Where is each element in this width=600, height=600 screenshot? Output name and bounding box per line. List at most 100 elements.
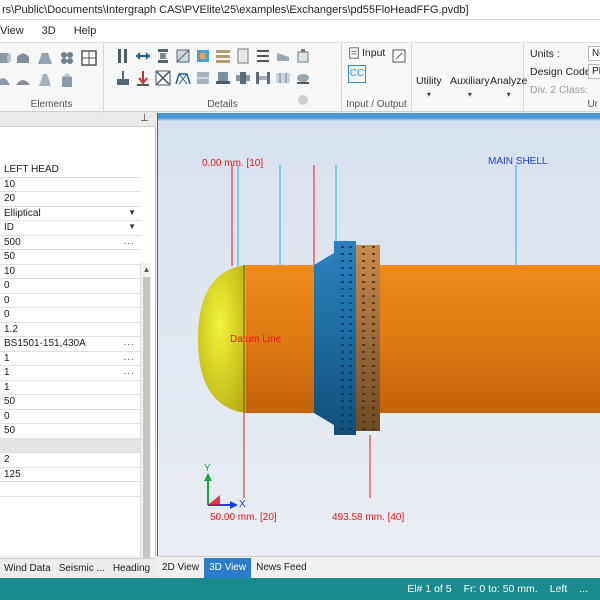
lining-detail-icon[interactable] bbox=[194, 47, 212, 65]
insulation-detail-icon[interactable] bbox=[174, 47, 192, 65]
property-value[interactable]: 1.2 bbox=[0, 324, 140, 335]
property-row[interactable]: 125 bbox=[0, 468, 140, 482]
legs-detail-icon[interactable] bbox=[154, 69, 172, 87]
analyze-button[interactable]: Analyze ▾ bbox=[490, 75, 527, 99]
tray-detail-icon[interactable] bbox=[254, 47, 272, 65]
scroll-up-icon[interactable]: ▲ bbox=[141, 265, 152, 274]
property-row[interactable]: BS1501-151,430A... bbox=[0, 337, 140, 352]
support-lug-icon[interactable] bbox=[214, 69, 232, 87]
property-row[interactable]: 1... bbox=[0, 366, 140, 381]
panel-scrollbar[interactable]: ▲ ▼ bbox=[140, 263, 151, 600]
property-row[interactable]: 0 bbox=[0, 279, 140, 294]
property-value[interactable]: 1 bbox=[0, 353, 140, 364]
property-value[interactable]: Elliptical bbox=[0, 208, 140, 219]
property-row[interactable]: 0 bbox=[0, 410, 140, 424]
property-row[interactable]: 500... bbox=[0, 236, 140, 250]
tab-heading[interactable]: Heading bbox=[109, 563, 154, 574]
tab-3d[interactable]: 3D bbox=[33, 25, 65, 37]
property-value[interactable]: 125 bbox=[0, 469, 140, 480]
ellipsis-button[interactable]: ... bbox=[124, 236, 135, 247]
saddle-detail-icon[interactable] bbox=[174, 69, 192, 87]
property-row[interactable]: 10 bbox=[0, 265, 140, 279]
property-row[interactable]: 10 bbox=[0, 178, 140, 192]
property-row[interactable]: 2 bbox=[0, 453, 140, 468]
chevron-down-icon[interactable]: ▼ bbox=[128, 208, 136, 217]
baseplate-detail-icon[interactable] bbox=[234, 69, 252, 87]
tab-seismic[interactable]: Seismic ... bbox=[55, 563, 109, 574]
expansion-joint-icon[interactable] bbox=[274, 69, 292, 87]
property-value[interactable]: 50 bbox=[0, 396, 140, 407]
ellipsis-button[interactable]: ... bbox=[124, 352, 135, 363]
property-row[interactable]: 50 bbox=[0, 424, 140, 439]
property-value[interactable]: LEFT HEAD bbox=[0, 164, 140, 175]
tab-3d-view[interactable]: 3D View bbox=[204, 557, 252, 578]
flange-neck[interactable] bbox=[314, 253, 334, 425]
pin-icon[interactable]: ⊥ bbox=[140, 113, 149, 124]
property-row[interactable] bbox=[0, 438, 140, 453]
utility-button[interactable]: Utility ▾ bbox=[416, 75, 442, 99]
cc-button[interactable]: CC bbox=[348, 65, 366, 83]
force-moment-icon[interactable] bbox=[114, 69, 132, 87]
property-row[interactable]: LEFT HEAD bbox=[0, 163, 140, 178]
pressure-load-icon[interactable] bbox=[134, 69, 152, 87]
rigging-detail-icon[interactable] bbox=[294, 69, 312, 87]
property-value[interactable]: 0 bbox=[0, 280, 140, 291]
property-value[interactable]: ID bbox=[0, 222, 140, 233]
input-button[interactable]: Input bbox=[348, 47, 385, 59]
platform-detail-icon[interactable] bbox=[214, 47, 232, 65]
tab-help[interactable]: Help bbox=[65, 25, 106, 37]
tab-wind-data[interactable]: Wind Data bbox=[0, 563, 55, 574]
property-value[interactable]: 0 bbox=[0, 411, 140, 422]
cone-element-icon[interactable] bbox=[36, 49, 54, 67]
property-row[interactable]: 0 bbox=[0, 294, 140, 308]
lug-detail-icon[interactable] bbox=[274, 47, 292, 65]
property-value[interactable]: 20 bbox=[0, 193, 140, 204]
body-flange-icon[interactable] bbox=[14, 71, 32, 89]
auxiliary-button[interactable]: Auxiliary ▾ bbox=[450, 75, 490, 99]
property-row[interactable]: 50 bbox=[0, 395, 140, 410]
property-value[interactable]: 50 bbox=[0, 251, 140, 262]
property-row[interactable]: 1 bbox=[0, 381, 140, 395]
property-value[interactable]: 1 bbox=[0, 382, 140, 393]
output-icon[interactable] bbox=[390, 47, 408, 65]
horizontal-dim-icon[interactable] bbox=[134, 47, 152, 65]
main-shell[interactable] bbox=[244, 265, 600, 413]
property-value[interactable]: 50 bbox=[0, 425, 140, 436]
packing-detail-icon[interactable] bbox=[234, 47, 252, 65]
ellipsis-button[interactable]: ... bbox=[124, 366, 135, 377]
property-value[interactable]: 10 bbox=[0, 179, 140, 190]
property-row[interactable]: 1... bbox=[0, 352, 140, 366]
property-row[interactable]: ID ▼ bbox=[0, 221, 140, 236]
floating-ring[interactable] bbox=[356, 245, 380, 431]
property-value[interactable]: 0 bbox=[0, 295, 140, 306]
design-code-select[interactable]: PD bbox=[588, 64, 600, 79]
tab-view[interactable]: View bbox=[0, 25, 33, 37]
tab-news-feed[interactable]: News Feed bbox=[251, 558, 312, 578]
property-value[interactable]: BS1501-151,430A bbox=[0, 338, 140, 349]
3d-viewport[interactable]: 0.00 mm. [10] MAIN SHELL Datum Line 50.0… bbox=[157, 113, 600, 556]
conical-head-icon[interactable] bbox=[36, 71, 54, 89]
property-value[interactable]: 500 bbox=[0, 237, 140, 248]
property-value[interactable]: 0 bbox=[0, 309, 140, 320]
tab-2d-view[interactable]: 2D View bbox=[157, 558, 204, 578]
body-flange[interactable] bbox=[334, 241, 356, 435]
tube-bundle-icon[interactable] bbox=[58, 49, 76, 67]
property-row[interactable]: 1.2 bbox=[0, 323, 140, 337]
weight-detail-icon[interactable] bbox=[294, 47, 312, 65]
property-row[interactable] bbox=[0, 482, 140, 497]
toriconical-icon[interactable] bbox=[58, 71, 76, 89]
window-element-icon[interactable] bbox=[80, 49, 98, 67]
units-select[interactable]: Ne bbox=[588, 46, 600, 61]
ellipsis-button[interactable]: ... bbox=[124, 337, 135, 348]
skirt-element-icon[interactable] bbox=[0, 71, 12, 89]
property-row[interactable]: 50 bbox=[0, 250, 140, 265]
property-row[interactable]: 20 bbox=[0, 192, 140, 207]
property-row[interactable]: Elliptical ▼ bbox=[0, 207, 140, 221]
property-value[interactable]: 1 bbox=[0, 367, 140, 378]
tubesheet-detail-icon[interactable] bbox=[254, 69, 272, 87]
property-value[interactable]: 10 bbox=[0, 266, 140, 277]
halfpipe-detail-icon[interactable] bbox=[194, 69, 212, 87]
ring-detail-icon[interactable] bbox=[154, 47, 172, 65]
cylinder-element-icon[interactable] bbox=[0, 49, 12, 67]
chevron-down-icon[interactable]: ▼ bbox=[128, 222, 136, 231]
